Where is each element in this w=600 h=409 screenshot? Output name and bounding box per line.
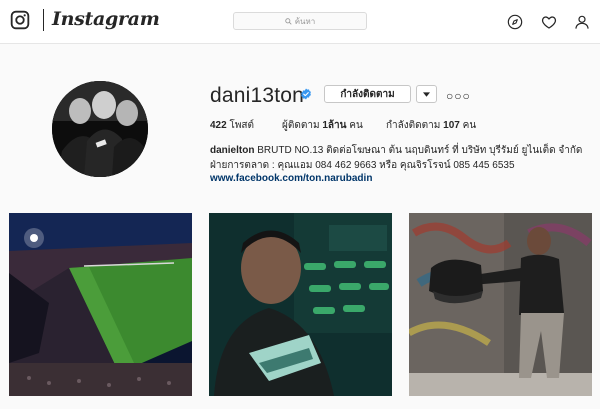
verified-badge-icon — [301, 88, 311, 100]
post-thumbnail-graffiti[interactable] — [409, 213, 592, 396]
chevron-down-icon — [423, 91, 430, 97]
instagram-logo-icon[interactable] — [10, 10, 30, 30]
profile-avatar[interactable] — [52, 81, 148, 177]
bio-text-line1: BRUTD NO.13 ติดต่อโฆษณา ต้น นฤบดินทร์ ที… — [257, 145, 583, 156]
bio-full-name: danielton — [210, 145, 255, 156]
followers-count: 1ล้าน — [322, 120, 347, 131]
bio-website-link[interactable]: www.facebook.com/ton.narubadin — [210, 173, 372, 184]
posts-label: โพสต์ — [229, 120, 255, 131]
user-icon[interactable] — [574, 14, 590, 30]
bio-line-1: danielton BRUTD NO.13 ติดต่อโฆษณา ต้น นฤ… — [210, 143, 582, 158]
suggestions-dropdown-button[interactable] — [416, 85, 437, 103]
heart-icon[interactable] — [541, 14, 557, 30]
post-thumbnail-player-boots[interactable] — [209, 213, 392, 396]
search-icon — [284, 17, 292, 25]
followers-unit: คน — [349, 120, 363, 131]
bio-text-line2: ฝ่ายการตลาด : คุณแอม 084 462 9663 หรือ ค… — [210, 160, 515, 171]
post-thumbnail-stadium[interactable] — [9, 213, 192, 396]
page-bottom-edge — [0, 401, 600, 409]
logo-divider — [43, 9, 44, 31]
following-unit: คน — [462, 120, 477, 131]
top-navigation-bar: Instagram ค้นหา — [0, 0, 600, 44]
search-input[interactable]: ค้นหา — [233, 12, 367, 30]
posts-stat: 422 โพสต์ — [210, 118, 254, 133]
following-stat[interactable]: กำลังติดตาม 107 คน — [386, 118, 476, 133]
followers-stat[interactable]: ผู้ติดตาม 1ล้าน คน — [282, 118, 363, 133]
following-count: 107 — [443, 120, 460, 131]
posts-count: 422 — [210, 120, 227, 131]
following-button[interactable]: กำลังติดตาม — [324, 85, 411, 103]
following-label: กำลังติดตาม — [386, 120, 441, 131]
profile-username: dani13ton — [210, 84, 305, 107]
search-placeholder: ค้นหา — [294, 16, 316, 26]
instagram-wordmark[interactable]: Instagram — [52, 8, 160, 30]
compass-icon[interactable] — [507, 14, 523, 30]
followers-label: ผู้ติดตาม — [282, 120, 320, 131]
more-options-icon[interactable]: ○○○ — [446, 89, 471, 103]
